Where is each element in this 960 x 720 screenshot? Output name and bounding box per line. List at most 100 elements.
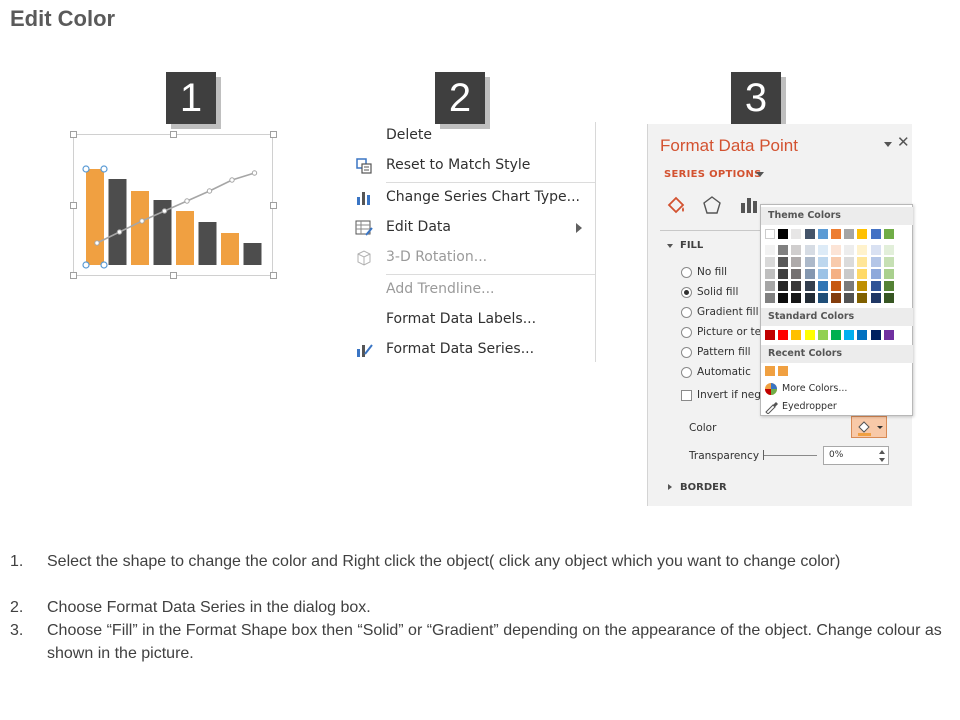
chart-bar[interactable] <box>221 233 239 265</box>
theme-shade-swatch[interactable] <box>804 293 815 303</box>
chart-line-point[interactable] <box>251 170 258 176</box>
theme-shade-swatch[interactable] <box>791 257 802 267</box>
theme-shade-swatch[interactable] <box>883 269 894 279</box>
radio-button[interactable] <box>681 327 692 338</box>
chart-resize-handle-br[interactable] <box>270 272 277 279</box>
chart-line-point[interactable] <box>139 218 145 224</box>
theme-shade-swatch[interactable] <box>857 269 868 279</box>
recent-color-swatch[interactable] <box>778 366 789 376</box>
transparency-input[interactable]: 0% <box>823 446 889 465</box>
theme-shade-swatch[interactable] <box>778 293 789 303</box>
standard-color-swatch[interactable] <box>844 330 855 340</box>
chart-resize-handle-tl[interactable] <box>70 131 77 138</box>
standard-color-swatch[interactable] <box>870 330 881 340</box>
menu-item-reset-style[interactable]: Reset to Match Style <box>348 152 596 180</box>
theme-color-swatch[interactable] <box>844 229 855 239</box>
theme-color-swatch[interactable] <box>804 229 815 239</box>
standard-color-swatch[interactable] <box>857 330 868 340</box>
theme-shade-swatch[interactable] <box>844 293 855 303</box>
theme-shade-swatch[interactable] <box>817 281 828 291</box>
theme-shade-swatch[interactable] <box>817 245 828 255</box>
standard-color-swatch[interactable] <box>804 330 815 340</box>
standard-color-swatch[interactable] <box>765 330 775 340</box>
menu-item-3d-rotation[interactable]: 3-D Rotation... <box>348 244 596 272</box>
theme-shade-swatch[interactable] <box>883 245 894 255</box>
selection-handle[interactable] <box>100 165 108 173</box>
theme-shade-swatch[interactable] <box>870 269 881 279</box>
chart-resize-handle-mr[interactable] <box>270 202 277 209</box>
spin-down-icon[interactable] <box>879 458 885 462</box>
chart-resize-handle-bl[interactable] <box>70 272 77 279</box>
chart-plot[interactable] <box>74 135 274 277</box>
chart-resize-handle-tm[interactable] <box>170 131 177 138</box>
theme-shade-swatch[interactable] <box>791 293 802 303</box>
menu-item-format-data-labels[interactable]: Format Data Labels... <box>348 306 596 334</box>
selection-handle[interactable] <box>82 261 90 269</box>
chart-line-point[interactable] <box>229 177 235 183</box>
chart-line-point[interactable] <box>184 198 190 204</box>
radio-button[interactable] <box>681 267 692 278</box>
selection-handle[interactable] <box>100 261 108 269</box>
pane-options-dropdown-icon[interactable] <box>884 142 892 147</box>
series-options-tab-icon[interactable] <box>738 194 760 220</box>
theme-shade-swatch[interactable] <box>831 293 841 303</box>
theme-shade-swatch[interactable] <box>857 257 868 267</box>
theme-shade-swatch[interactable] <box>831 245 841 255</box>
chart-resize-handle-tr[interactable] <box>270 131 277 138</box>
series-options-dropdown[interactable]: SERIES OPTIONS <box>664 169 762 180</box>
theme-shade-swatch[interactable] <box>765 257 775 267</box>
chart-bar[interactable] <box>86 169 104 265</box>
theme-shade-swatch[interactable] <box>857 281 868 291</box>
theme-shade-swatch[interactable] <box>883 293 894 303</box>
fill-line-tab-icon[interactable] <box>665 194 687 220</box>
selection-handle[interactable] <box>82 165 90 173</box>
theme-shade-swatch[interactable] <box>817 293 828 303</box>
effects-tab-icon[interactable] <box>701 194 723 220</box>
chart-bar[interactable] <box>243 243 262 265</box>
chart-thumbnail[interactable] <box>73 134 273 276</box>
theme-shade-swatch[interactable] <box>791 269 802 279</box>
standard-color-swatch[interactable] <box>817 330 828 340</box>
theme-shade-swatch[interactable] <box>883 281 894 291</box>
transparency-slider-thumb[interactable] <box>763 450 764 460</box>
theme-shade-swatch[interactable] <box>804 257 815 267</box>
standard-color-swatch[interactable] <box>791 330 802 340</box>
menu-item-edit-data[interactable]: Edit Data <box>348 214 596 242</box>
theme-shade-swatch[interactable] <box>778 245 789 255</box>
theme-shade-swatch[interactable] <box>844 257 855 267</box>
standard-color-swatch[interactable] <box>883 330 894 340</box>
theme-shade-swatch[interactable] <box>844 281 855 291</box>
theme-color-swatch[interactable] <box>778 229 789 239</box>
expand-border-icon[interactable] <box>668 484 672 490</box>
theme-shade-swatch[interactable] <box>778 281 789 291</box>
theme-shade-swatch[interactable] <box>804 269 815 279</box>
theme-color-swatch[interactable] <box>765 229 775 239</box>
border-section-header[interactable]: BORDER <box>680 482 727 493</box>
standard-color-swatch[interactable] <box>831 330 841 340</box>
fill-section-header[interactable]: FILL <box>680 240 703 251</box>
fill-color-button[interactable] <box>851 416 887 438</box>
transparency-slider[interactable] <box>763 455 817 456</box>
checkbox[interactable] <box>681 390 692 401</box>
theme-color-swatch[interactable] <box>817 229 828 239</box>
theme-color-swatch[interactable] <box>791 229 802 239</box>
theme-shade-swatch[interactable] <box>857 293 868 303</box>
menu-item-add-trendline[interactable]: Add Trendline... <box>348 276 596 304</box>
more-colors-item[interactable]: More Colors... <box>761 381 913 398</box>
menu-item-delete[interactable]: Delete <box>348 122 596 150</box>
menu-item-change-chart-type[interactable]: Change Series Chart Type... <box>348 184 596 212</box>
theme-shade-swatch[interactable] <box>883 257 894 267</box>
theme-shade-swatch[interactable] <box>765 269 775 279</box>
chart-resize-handle-bm[interactable] <box>170 272 177 279</box>
theme-shade-swatch[interactable] <box>804 245 815 255</box>
theme-shade-swatch[interactable] <box>844 269 855 279</box>
radio-button[interactable] <box>681 347 692 358</box>
theme-shade-swatch[interactable] <box>765 293 775 303</box>
spin-up-icon[interactable] <box>879 450 885 454</box>
recent-color-swatch[interactable] <box>765 366 775 376</box>
theme-shade-swatch[interactable] <box>778 269 789 279</box>
radio-button[interactable] <box>681 287 692 298</box>
theme-shade-swatch[interactable] <box>791 245 802 255</box>
chart-bar[interactable] <box>198 222 217 265</box>
chart-resize-handle-ml[interactable] <box>70 202 77 209</box>
